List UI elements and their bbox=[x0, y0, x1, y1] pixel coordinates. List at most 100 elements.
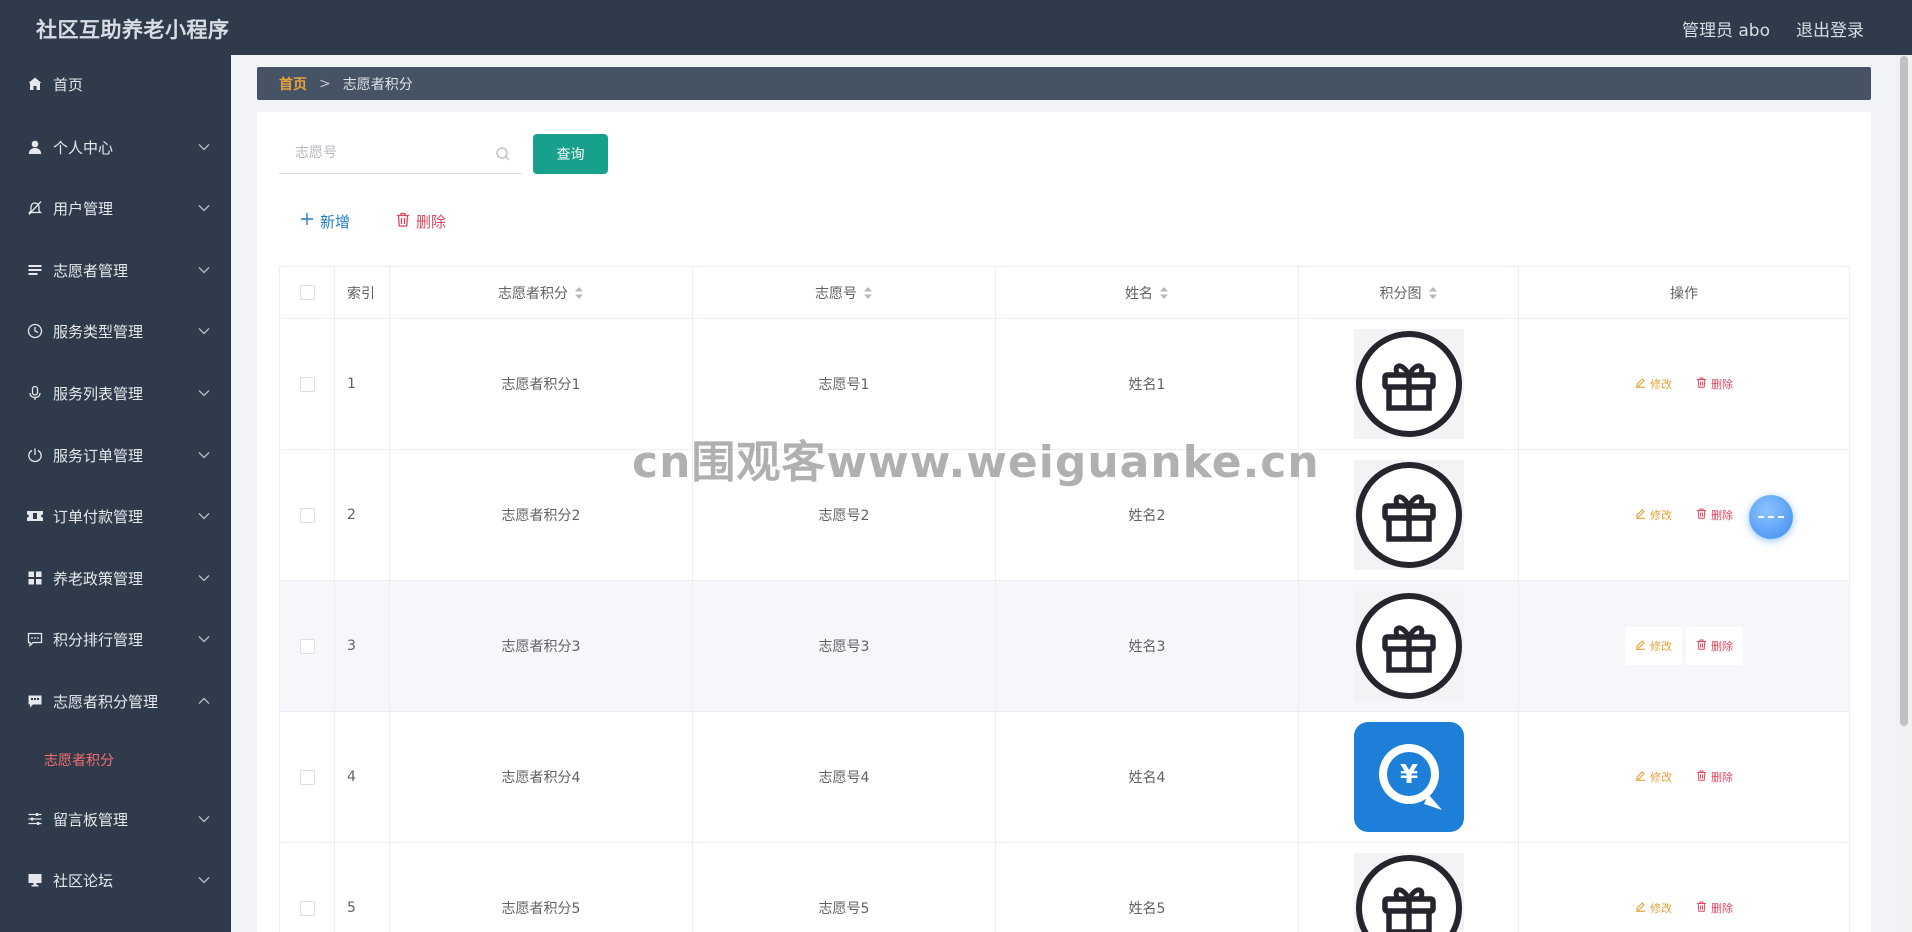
query-button[interactable]: 查询 bbox=[533, 134, 608, 174]
volunteer-points-table: 索引 志愿者积分 志愿号 姓名 积分图 操作 1 志愿者积分1 志愿号1 姓名1 修改删… bbox=[279, 266, 1850, 932]
chevron-down-icon bbox=[198, 572, 210, 584]
top-right-actions: 管理员 abo 退出登录 bbox=[1682, 16, 1864, 41]
row-delete-button[interactable]: 删除 bbox=[1686, 758, 1743, 796]
chevron-down-icon bbox=[198, 874, 210, 886]
dash-icon bbox=[1758, 516, 1784, 518]
row-score: 志愿者积分4 bbox=[390, 712, 693, 842]
row-delete-button[interactable]: 删除 bbox=[1686, 365, 1743, 403]
top-bar: 社区互助养老小程序 管理员 abo 退出登录 bbox=[0, 0, 1912, 55]
row-edit-label: 修改 bbox=[1650, 509, 1672, 522]
row-name: 姓名5 bbox=[996, 843, 1299, 932]
row-edit-button[interactable]: 修改 bbox=[1625, 758, 1682, 796]
sidebar-item-service-list-management[interactable]: 服务列表管理 bbox=[0, 371, 231, 415]
row-select-cell bbox=[280, 319, 335, 449]
current-user-label: 管理员 abo bbox=[1681, 21, 1770, 41]
sidebar-item-label: 志愿者管理 bbox=[53, 261, 129, 280]
row-checkbox[interactable] bbox=[299, 769, 315, 785]
header-index: 索引 bbox=[335, 267, 390, 318]
row-select-cell bbox=[280, 843, 335, 932]
sidebar-item-label: 志愿者积分管理 bbox=[53, 692, 159, 711]
chevron-down-icon bbox=[198, 202, 210, 214]
sidebar-item-elderly-policy-management[interactable]: 养老政策管理 bbox=[0, 556, 231, 600]
page-scrollbar-thumb[interactable] bbox=[1900, 56, 1908, 726]
chevron-down-icon bbox=[198, 510, 210, 522]
power-icon bbox=[26, 446, 44, 464]
sidebar-item-service-order-management[interactable]: 服务订单管理 bbox=[0, 433, 231, 477]
row-edit-button[interactable]: 修改 bbox=[1625, 365, 1682, 403]
chevron-down-icon bbox=[198, 813, 210, 825]
sidebar-item-service-type-management[interactable]: 服务类型管理 bbox=[0, 309, 231, 353]
header-volunteer-no-label: 志愿号 bbox=[815, 285, 857, 302]
sidebar-item-message-board-management[interactable]: 留言板管理 bbox=[0, 797, 231, 841]
breadcrumb-home[interactable]: 首页 bbox=[279, 74, 307, 94]
row-delete-button[interactable]: 删除 bbox=[1686, 496, 1743, 534]
sidebar-item-personal-center[interactable]: 个人中心 bbox=[0, 125, 231, 169]
row-index: 4 bbox=[335, 712, 390, 842]
table-row: 5 志愿者积分5 志愿号5 姓名5 修改 删除 bbox=[280, 843, 1849, 932]
sidebar-subitem-volunteer-points[interactable]: 志愿者积分 bbox=[0, 740, 231, 780]
row-delete-label: 删除 bbox=[1711, 902, 1733, 915]
list-icon bbox=[26, 261, 44, 279]
sidebar-item-volunteer-points-management[interactable]: 志愿者积分管理 bbox=[0, 679, 231, 723]
row-edit-button[interactable]: 修改 bbox=[1625, 889, 1682, 927]
header-volunteer-no[interactable]: 志愿号 bbox=[693, 267, 996, 318]
table-row: 2 志愿者积分2 志愿号2 姓名2 修改 删除 bbox=[280, 450, 1849, 581]
row-edit-label: 修改 bbox=[1650, 378, 1672, 391]
row-operations: 修改 删除 bbox=[1519, 319, 1849, 449]
sidebar-item-volunteer-management[interactable]: 志愿者管理 bbox=[0, 248, 231, 292]
sidebar-item-label: 服务类型管理 bbox=[53, 322, 144, 341]
sidebar-item-label: 服务订单管理 bbox=[53, 446, 144, 465]
breadcrumb-separator: > bbox=[319, 75, 331, 92]
sort-caret-icon[interactable] bbox=[1159, 286, 1169, 300]
sidebar-item-user-management[interactable]: 用户管理 bbox=[0, 186, 231, 230]
edit-icon bbox=[1635, 377, 1646, 391]
gift-icon bbox=[1353, 853, 1464, 932]
table-body: 1 志愿者积分1 志愿号1 姓名1 修改 删除 2 志愿者积分2 志愿号2 姓名2 修改 删除 3 志愿者… bbox=[280, 319, 1849, 932]
trash-icon bbox=[396, 212, 410, 231]
search-icon[interactable] bbox=[495, 146, 511, 162]
monitor-icon bbox=[26, 871, 44, 889]
row-checkbox[interactable] bbox=[299, 900, 315, 916]
row-delete-button[interactable]: 删除 bbox=[1686, 889, 1743, 927]
header-select-all-cell bbox=[280, 267, 335, 318]
row-select-cell bbox=[280, 581, 335, 711]
sort-caret-icon[interactable] bbox=[863, 286, 873, 300]
sidebar-item-points-ranking-management[interactable]: 积分排行管理 bbox=[0, 617, 231, 661]
row-edit-button[interactable]: 修改 bbox=[1625, 627, 1682, 665]
sidebar-item-label: 养老政策管理 bbox=[53, 569, 144, 588]
sidebar-subitem-label: 志愿者积分 bbox=[44, 753, 114, 769]
trash-icon bbox=[1696, 770, 1707, 784]
search-input[interactable] bbox=[279, 134, 489, 172]
header-score[interactable]: 志愿者积分 bbox=[390, 267, 693, 318]
row-points-image: ¥ bbox=[1299, 712, 1519, 842]
row-select-cell bbox=[280, 450, 335, 580]
floating-assistant-button[interactable] bbox=[1749, 495, 1793, 539]
row-edit-label: 修改 bbox=[1650, 771, 1672, 784]
sidebar-item-label: 留言板管理 bbox=[53, 810, 129, 829]
header-points-image[interactable]: 积分图 bbox=[1299, 267, 1519, 318]
row-delete-label: 删除 bbox=[1711, 509, 1733, 522]
header-name[interactable]: 姓名 bbox=[996, 267, 1299, 318]
sort-caret-icon[interactable] bbox=[1428, 286, 1438, 300]
row-checkbox[interactable] bbox=[299, 376, 315, 392]
trash-icon bbox=[1696, 377, 1707, 391]
row-operations: 修改 删除 bbox=[1519, 450, 1849, 580]
bell-off-icon bbox=[26, 199, 44, 217]
row-checkbox[interactable] bbox=[299, 638, 315, 654]
sidebar-item-community-forum[interactable]: 社区论坛 bbox=[0, 858, 231, 902]
table-row: 1 志愿者积分1 志愿号1 姓名1 修改 删除 bbox=[280, 319, 1849, 450]
row-edit-button[interactable]: 修改 bbox=[1625, 496, 1682, 534]
sidebar-item-home[interactable]: 首页 bbox=[0, 62, 231, 106]
chat-icon bbox=[26, 630, 44, 648]
microphone-icon bbox=[26, 384, 44, 402]
select-all-checkbox[interactable] bbox=[299, 285, 315, 300]
sidebar-item-order-payment-management[interactable]: 订单付款管理 bbox=[0, 494, 231, 538]
row-checkbox[interactable] bbox=[299, 507, 315, 523]
sort-caret-icon[interactable] bbox=[574, 286, 584, 300]
row-delete-button[interactable]: 删除 bbox=[1686, 627, 1743, 665]
add-button[interactable]: 新增 bbox=[300, 209, 350, 233]
row-index: 5 bbox=[335, 843, 390, 932]
sidebar-item-label: 服务列表管理 bbox=[53, 384, 144, 403]
batch-delete-button[interactable]: 删除 bbox=[396, 209, 446, 233]
logout-link[interactable]: 退出登录 bbox=[1796, 16, 1864, 41]
